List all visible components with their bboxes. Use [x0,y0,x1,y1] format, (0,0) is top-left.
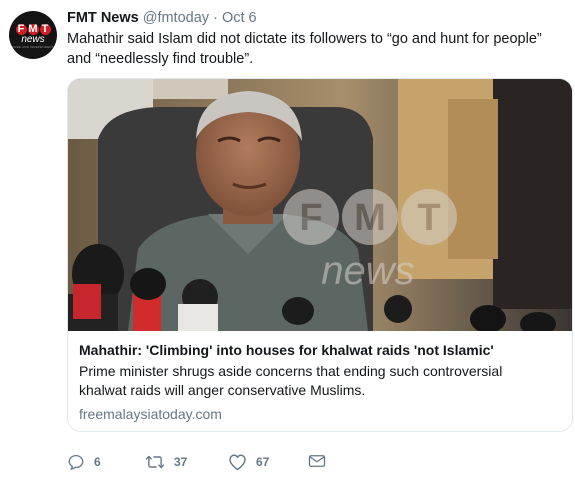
direct-message-button[interactable] [308,453,326,469]
retweet-count: 37 [174,455,188,469]
tweet-header: FMT News @fmtoday · Oct 6 [67,9,257,28]
envelope-icon [308,455,326,467]
logo-letter-t: T [39,23,51,35]
watermark-word: news [321,249,414,293]
watermark-letter-m: M [354,197,386,239]
logo-word: news [21,33,45,45]
watermark-letter-t: T [417,197,440,239]
logo-letter-f: F [15,23,27,35]
tweet-actions: 6 37 67 [67,453,367,473]
avatar[interactable]: F M T news FREE AND INDEPENDENT [9,11,57,59]
card-title[interactable]: Mahathir: 'Climbing' into houses for kha… [79,341,561,359]
reply-button[interactable]: 6 [67,453,101,471]
reply-count: 6 [94,455,101,469]
retweet-icon [145,455,165,469]
separator: · [213,10,218,26]
card-image[interactable]: F M T news [68,79,572,331]
logo-tagline: FREE AND INDEPENDENT [12,44,54,49]
reply-icon [68,454,84,470]
news-photo: F M T news [68,79,572,331]
retweet-button[interactable]: 37 [145,453,187,471]
card-description: Prime minister shrugs aside concerns tha… [79,363,503,398]
fmt-logo: F M T [15,23,51,35]
tweet-text: Mahathir said Islam did not dictate its … [67,31,542,67]
like-button[interactable]: 67 [228,453,269,471]
author-name[interactable]: FMT News [67,10,139,26]
author-handle[interactable]: @fmtoday [143,10,209,26]
link-card[interactable]: F M T news Mahathir: 'Climbing' into hou… [67,78,573,432]
tweet-date[interactable]: Oct 6 [222,10,257,26]
like-count: 67 [256,455,270,469]
logo-letter-m: M [27,23,39,35]
card-body[interactable]: Mahathir: 'Climbing' into houses for kha… [68,331,572,431]
heart-icon [229,454,246,471]
watermark-letter-f: F [299,197,322,239]
card-domain[interactable]: freemalaysiatoday.com [79,405,561,424]
